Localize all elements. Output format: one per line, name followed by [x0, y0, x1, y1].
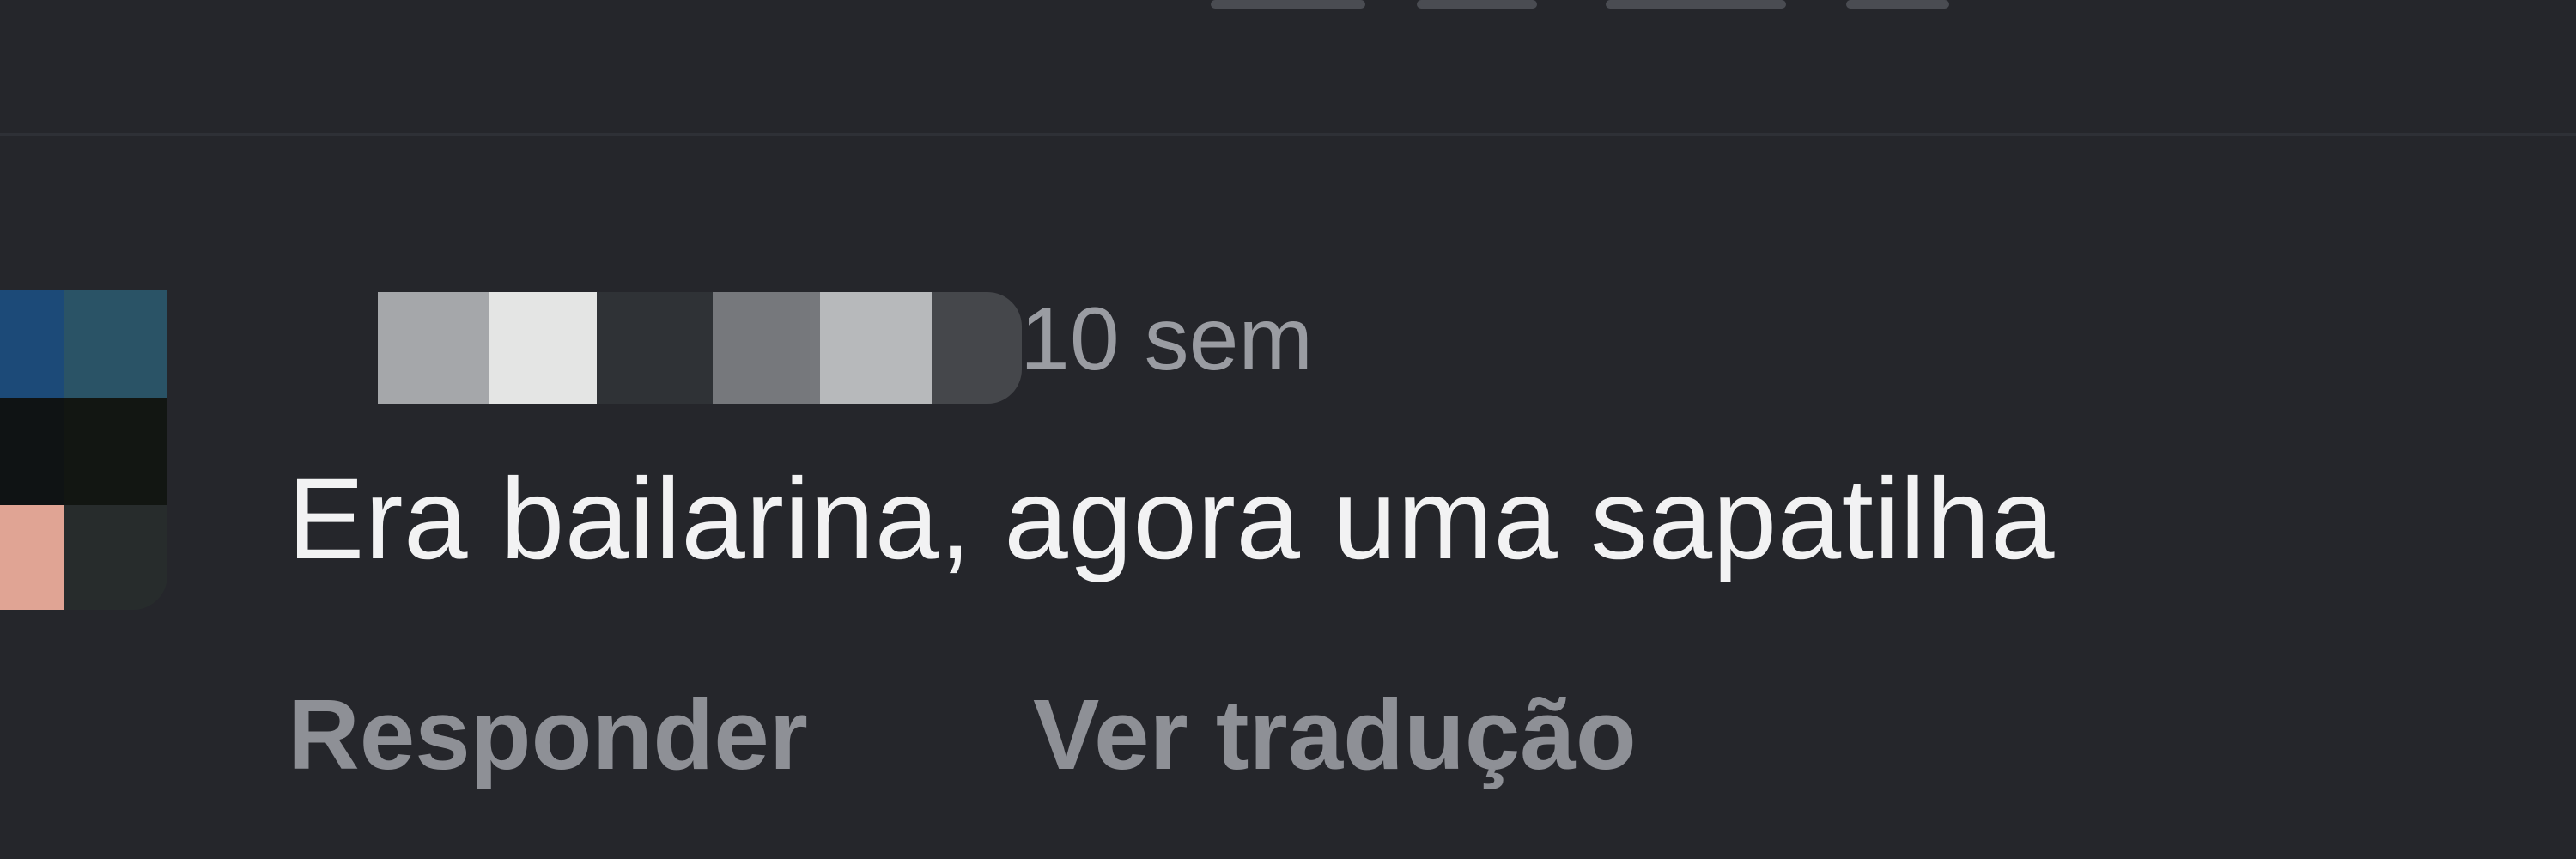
see-translation-button[interactable]: Ver tradução [1033, 679, 1637, 790]
comment-text: Era bailarina, agora uma sapatilha [288, 455, 2056, 583]
avatar[interactable] [0, 290, 167, 610]
comment-divider [0, 133, 2576, 136]
comment-timestamp: 10 sem [1020, 289, 1314, 389]
previous-comment-text-fragment [1142, 0, 2087, 9]
username-pixelated[interactable] [378, 292, 1022, 404]
reply-button[interactable]: Responder [288, 679, 808, 790]
previous-comment-area [0, 0, 2576, 133]
